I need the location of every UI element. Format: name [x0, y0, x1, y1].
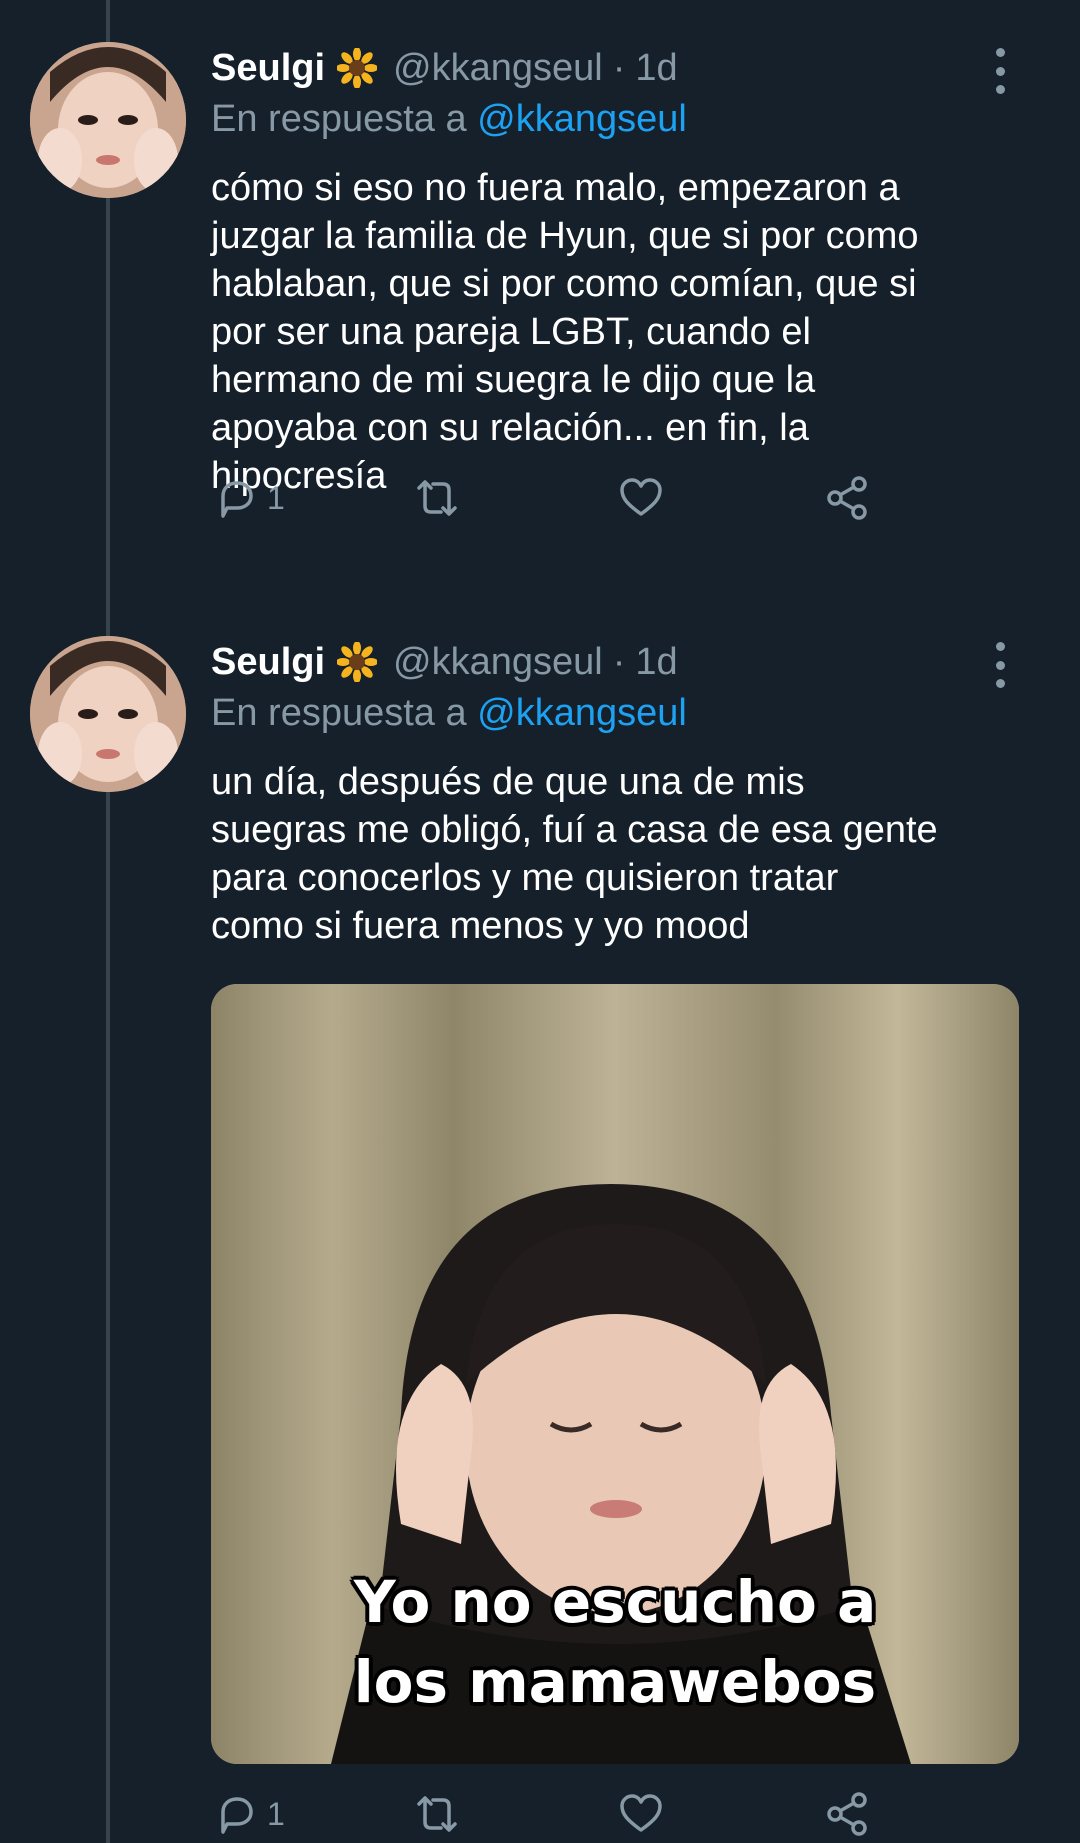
display-name[interactable]: Seulgi — [211, 641, 325, 684]
heart-icon — [620, 1794, 662, 1832]
like-button[interactable] — [617, 1786, 665, 1842]
reply-mention-link[interactable]: @kkangseul — [477, 692, 687, 734]
retweet-icon — [417, 480, 457, 516]
like-button[interactable] — [617, 470, 665, 526]
tweet-text: cómo si eso no fuera malo, empezaron a j… — [211, 167, 919, 497]
heart-icon — [620, 478, 662, 516]
reply-mention-link[interactable]: @kkangseul — [477, 98, 687, 140]
more-options-icon[interactable] — [985, 48, 1015, 94]
handle[interactable]: @kkangseul — [393, 47, 603, 90]
reply-context: En respuesta a @kkangseul — [211, 692, 687, 735]
reply-button[interactable]: 1 — [211, 1786, 285, 1842]
more-options-icon[interactable] — [985, 642, 1015, 688]
separator-dot: · — [612, 46, 626, 89]
reply-icon — [221, 481, 253, 518]
share-button[interactable] — [823, 1786, 871, 1842]
retweet-icon — [417, 1796, 457, 1832]
sunflower-icon — [336, 641, 379, 683]
separator-dot: · — [612, 640, 626, 683]
reply-count: 1 — [267, 1795, 285, 1832]
tweet-header: Seulgi @kkangseul · 1d — [211, 40, 678, 96]
reply-prefix: En respuesta a — [211, 98, 467, 140]
reply-icon — [221, 1797, 253, 1834]
tweet-header: Seulgi @kkangseul · 1d — [211, 634, 678, 690]
retweet-button[interactable] — [411, 470, 463, 526]
thread-line — [106, 0, 110, 1843]
handle[interactable]: @kkangseul — [393, 641, 603, 684]
tweet-text: un día, después de que una de mis suegra… — [211, 761, 938, 947]
reply-count: 1 — [267, 479, 285, 516]
display-name[interactable]: Seulgi — [211, 47, 325, 90]
tweet-actions: 1 — [211, 470, 891, 526]
timestamp[interactable]: 1d — [635, 47, 677, 90]
media-image[interactable]: Yo no escucho a los mamawebos — [211, 984, 1019, 1764]
meme-caption: Yo no escucho a los mamawebos — [353, 1568, 877, 1716]
share-icon — [827, 476, 867, 520]
reply-context: En respuesta a @kkangseul — [211, 98, 687, 141]
reply-prefix: En respuesta a — [211, 692, 467, 734]
tweet-actions: 1 — [211, 1786, 891, 1842]
share-button[interactable] — [823, 470, 871, 526]
share-icon — [827, 1792, 867, 1836]
avatar[interactable] — [30, 636, 186, 792]
retweet-button[interactable] — [411, 1786, 463, 1842]
timestamp[interactable]: 1d — [635, 641, 677, 684]
timeline: Seulgi @kkangseul · 1d En respuesta a @k… — [0, 0, 1080, 1843]
reply-button[interactable]: 1 — [211, 470, 285, 526]
avatar[interactable] — [30, 42, 186, 198]
sunflower-icon — [336, 47, 379, 89]
